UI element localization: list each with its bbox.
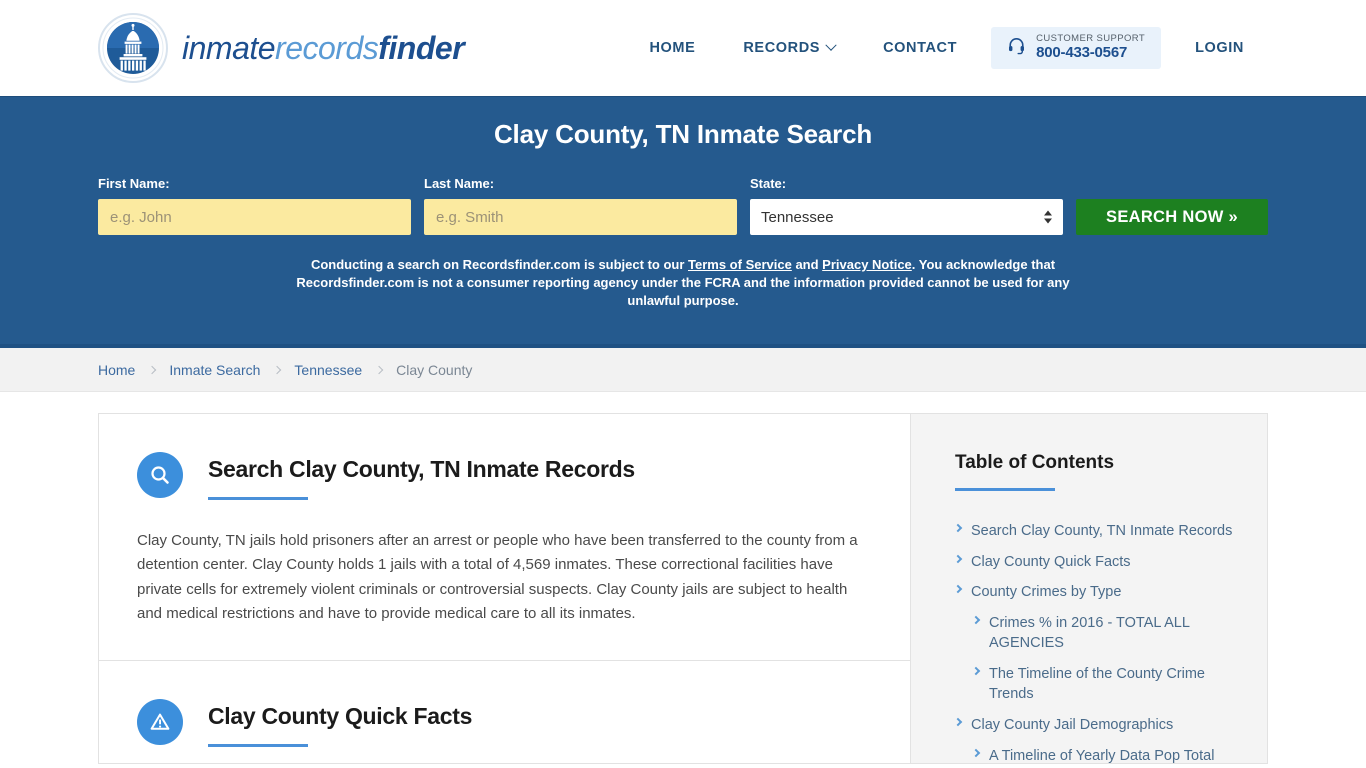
nav-records-label: RECORDS [743, 39, 821, 56]
breadcrumb-item-clay-county: Clay County [396, 361, 473, 378]
breadcrumb-item-inmate-search[interactable]: Inmate Search [169, 362, 260, 378]
support-text: CUSTOMER SUPPORT 800-433-0567 [1036, 34, 1145, 61]
main-navigation: HOME RECORDS CONTACT CUSTOMER SUPPORT 80… [625, 27, 1268, 69]
section-header: Search Clay County, TN Inmate Records [137, 452, 872, 500]
disclaimer-part-2: and [791, 257, 823, 272]
chevron-right-icon [148, 365, 157, 374]
search-disclaimer: Conducting a search on Recordsfinder.com… [272, 256, 1094, 310]
brand-word-finder: finder [378, 29, 465, 66]
chevron-right-icon [953, 523, 963, 533]
chevron-right-icon [953, 584, 963, 594]
nav-contact[interactable]: CONTACT [859, 30, 981, 66]
nav-login[interactable]: LOGIN [1171, 30, 1268, 66]
section-title-quick-facts: Clay County Quick Facts [208, 703, 473, 730]
section-title-search-records: Search Clay County, TN Inmate Records [208, 456, 635, 482]
chevron-right-icon [971, 666, 981, 676]
chevron-right-icon [953, 554, 963, 563]
site-header: inmaterecordsfinder HOME RECORDS CONTACT [0, 0, 1366, 96]
toc-item-pop-total-timeline[interactable]: A Timeline of Yearly Data Pop Total from… [971, 746, 1235, 768]
toc-list: Search Clay County, TN Inmate Records Cl… [953, 521, 1235, 768]
brand-word-records: records [275, 29, 379, 66]
toc-item-crime-trends-timeline[interactable]: The Timeline of the County Crime Trends [971, 664, 1235, 705]
first-name-input[interactable] [98, 199, 411, 235]
brand-wordmark: inmaterecordsfinder [182, 29, 465, 67]
nav-login-label: LOGIN [1195, 39, 1244, 56]
list-item: Crimes % in 2016 - TOTAL ALL AGENCIES [955, 613, 1235, 654]
state-label: State: [750, 176, 787, 191]
capitol-dome-icon [98, 13, 168, 83]
first-name-field-group: First Name: [98, 176, 411, 235]
list-item: A Timeline of Yearly Data Pop Total from… [955, 746, 1235, 768]
list-item: Search Clay County, TN Inmate Records [953, 521, 1235, 542]
breadcrumb-item-home[interactable]: Home [98, 362, 135, 378]
warning-circle-icon [137, 699, 183, 746]
support-phone: 800-433-0567 [1036, 43, 1128, 61]
list-item: County Crimes by Type [953, 582, 1235, 603]
customer-support-badge[interactable]: CUSTOMER SUPPORT 800-433-0567 [991, 27, 1162, 69]
nav-contact-label: CONTACT [883, 39, 958, 56]
page-title: Clay County, TN Inmate Search [493, 119, 873, 149]
list-item: The Timeline of the County Crime Trends [955, 664, 1235, 705]
search-circle-icon [137, 452, 183, 498]
inmate-search-form: First Name: Last Name: State: Tennessee … [98, 176, 1268, 235]
state-select[interactable]: Tennessee [750, 199, 1063, 235]
toc-item-label: A Timeline of Yearly Data Pop Total from… [989, 747, 1215, 764]
chevron-right-icon [971, 748, 981, 757]
accent-underline [955, 488, 1055, 491]
breadcrumb-bar: Home Inmate Search Tennessee Clay County [0, 348, 1366, 392]
section-header: Clay County Quick Facts [137, 699, 872, 748]
toc-title: Table of Contents [955, 452, 1115, 473]
main-content-panel: Search Clay County, TN Inmate Records Cl… [98, 413, 910, 764]
first-name-label: First Name: [98, 176, 170, 191]
last-name-field-group: Last Name: [424, 176, 737, 235]
breadcrumb-item-tennessee[interactable]: Tennessee [294, 362, 362, 378]
last-name-input[interactable] [424, 199, 737, 235]
terms-of-service-link[interactable]: Terms of Service [688, 257, 792, 272]
toc-item-label: Crimes % in 2016 - TOTAL ALL AGENCIES [989, 614, 1190, 652]
chevron-right-icon [273, 365, 282, 374]
search-now-button[interactable]: SEARCH NOW » [1076, 199, 1268, 235]
state-field-group: State: Tennessee [750, 176, 1063, 235]
section-quick-facts: Clay County Quick Facts [99, 660, 910, 768]
table-of-contents-sidebar: Table of Contents Search Clay County, TN… [910, 413, 1268, 764]
brand-word-inmate: inmate [182, 29, 276, 66]
toc-item-label: Clay County Jail Demographics [971, 717, 1174, 734]
chevron-right-icon [953, 717, 963, 727]
chevron-right-icon [374, 365, 384, 374]
toc-item-crimes-pct-2016[interactable]: Crimes % in 2016 - TOTAL ALL AGENCIES [971, 613, 1235, 654]
privacy-notice-link[interactable]: Privacy Notice [822, 257, 912, 272]
toc-item-search-records[interactable]: Search Clay County, TN Inmate Records [953, 521, 1235, 542]
nav-home[interactable]: HOME [625, 30, 719, 66]
chevron-down-icon [825, 39, 837, 51]
toc-item-county-crimes-by-type[interactable]: County Crimes by Type [953, 582, 1235, 603]
chevron-right-icon [971, 615, 981, 624]
page-content: Search Clay County, TN Inmate Records Cl… [0, 392, 1366, 764]
toc-item-label: Clay County Quick Facts [971, 553, 1131, 570]
toc-item-jail-demographics[interactable]: Clay County Jail Demographics [953, 715, 1235, 736]
list-item: Clay County Jail Demographics [953, 715, 1235, 736]
brand-logo[interactable]: inmaterecordsfinder [98, 13, 465, 83]
section-search-records: Search Clay County, TN Inmate Records Cl… [99, 414, 910, 660]
disclaimer-part-1: Conducting a search on Recordsfinder.com… [310, 257, 689, 272]
hero-search-panel: Clay County, TN Inmate Search First Name… [0, 96, 1366, 348]
nav-home-label: HOME [649, 39, 696, 56]
accent-underline [208, 497, 308, 500]
last-name-label: Last Name: [424, 176, 495, 191]
toc-item-label: County Crimes by Type [971, 584, 1122, 601]
toc-item-label: The Timeline of the County Crime Trends [989, 665, 1205, 703]
accent-underline [208, 744, 308, 748]
section-body-search-records: Clay County, TN jails hold prisoners aft… [137, 532, 858, 622]
breadcrumb: Home Inmate Search Tennessee Clay County [98, 362, 472, 378]
headset-icon [1007, 36, 1026, 60]
toc-item-quick-facts[interactable]: Clay County Quick Facts [953, 552, 1235, 573]
nav-records[interactable]: RECORDS [719, 30, 859, 66]
toc-item-label: Search Clay County, TN Inmate Records [971, 523, 1233, 539]
list-item: Clay County Quick Facts [953, 552, 1235, 573]
